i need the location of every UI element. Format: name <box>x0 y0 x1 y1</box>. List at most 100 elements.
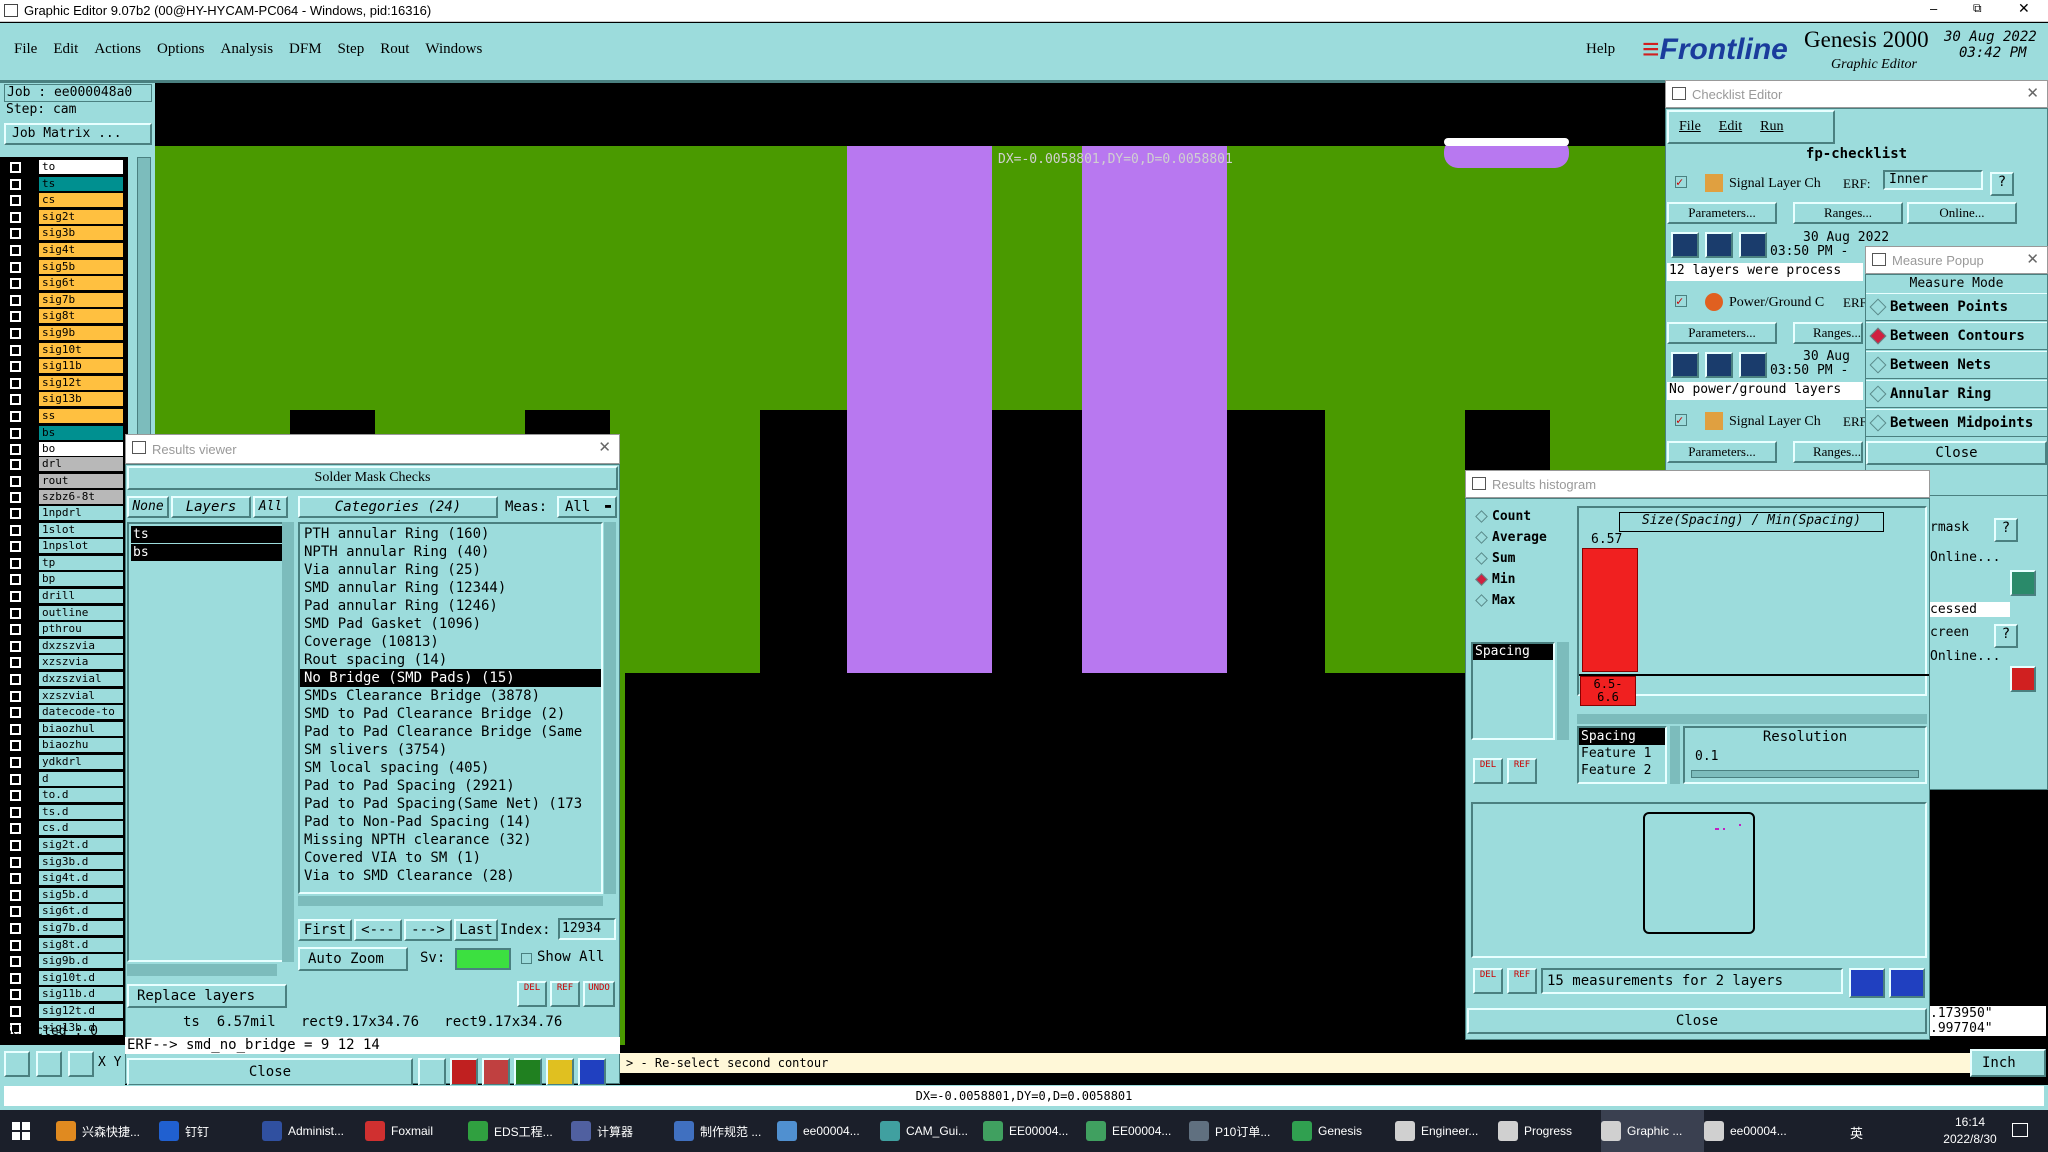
menu-step[interactable]: Step <box>338 41 365 58</box>
field-item[interactable]: Feature 1 <box>1579 745 1665 762</box>
layer-row[interactable]: sig13b <box>0 391 125 407</box>
layer-row[interactable]: biaozhu <box>0 737 125 753</box>
layer-checkbox[interactable] <box>10 591 21 602</box>
layer-name[interactable]: drl <box>39 457 123 471</box>
stat-option[interactable]: Max <box>1471 590 1571 610</box>
layer-checkbox[interactable] <box>10 178 21 190</box>
layer-name[interactable]: sig12t <box>39 375 123 390</box>
bar-chart-icon[interactable] <box>578 1058 606 1086</box>
layer-row[interactable]: sig12t.d <box>0 1003 125 1019</box>
layer-checkbox[interactable] <box>10 377 21 389</box>
layer-name[interactable]: biaozhu <box>39 738 123 753</box>
help-icon-1[interactable]: ? <box>1990 172 2014 196</box>
layer-row[interactable]: outline <box>0 605 125 621</box>
grid-icon[interactable] <box>482 1058 510 1086</box>
layer-name[interactable]: to <box>39 160 123 174</box>
layers-button[interactable]: Layers <box>171 496 251 518</box>
layer-name[interactable]: sig6t.d <box>39 904 123 919</box>
category-item[interactable]: Coverage (10813) <box>300 633 601 651</box>
radio-icon[interactable] <box>1869 327 1887 345</box>
layer-name[interactable]: sig2t <box>39 209 123 224</box>
layer-row[interactable]: to <box>0 159 125 175</box>
erf-value-field[interactable]: Inner <box>1883 170 1983 190</box>
ranges-button-2[interactable]: Ranges... <box>1793 322 1863 344</box>
all-button[interactable]: All <box>253 496 288 518</box>
layer-name[interactable]: sig9b.d <box>39 954 123 969</box>
stat-option[interactable]: Min <box>1471 569 1571 589</box>
layer-name[interactable]: to.d <box>39 788 123 803</box>
zoom-red-icon[interactable] <box>2010 666 2036 692</box>
layer-checkbox[interactable] <box>10 657 21 669</box>
layer-name[interactable]: sig6t <box>39 276 123 291</box>
layer-row[interactable]: sig3b.d <box>0 854 125 870</box>
layer-checkbox[interactable] <box>10 411 21 422</box>
params-button-1[interactable]: Parameters... <box>1667 202 1777 224</box>
stop-icon[interactable] <box>1739 232 1767 258</box>
layer-name[interactable]: sig9b <box>39 326 123 340</box>
layer-name[interactable]: sig7b.d <box>39 921 123 935</box>
ranges-button-3[interactable]: Ranges... <box>1793 441 1863 463</box>
category-item[interactable]: Pad to Pad Spacing (2921) <box>300 777 601 795</box>
layer-checkbox[interactable] <box>10 690 21 702</box>
help-icon-4[interactable]: ? <box>1994 624 2018 648</box>
layer-row[interactable]: sig2t.d <box>0 837 125 853</box>
layer-row[interactable]: sig5b <box>0 259 125 275</box>
layer-row[interactable]: bs <box>0 425 125 441</box>
run-icon[interactable] <box>1671 232 1699 258</box>
layer-row[interactable]: sig6t.d <box>0 903 125 919</box>
category-item[interactable]: Via annular Ring (25) <box>300 561 601 579</box>
layer-row[interactable]: drill <box>0 588 125 604</box>
layer-name[interactable]: szbz6-8t <box>39 490 123 505</box>
resolution-slider[interactable] <box>1691 770 1919 778</box>
layer-row[interactable]: sig11b.d <box>0 986 125 1002</box>
hist-del-icon[interactable]: DEL <box>1473 758 1503 784</box>
layer-name[interactable]: 1npslot <box>39 539 123 554</box>
layer-checkbox[interactable] <box>10 211 21 223</box>
layer-checkbox[interactable] <box>10 773 21 785</box>
measure-mode-option[interactable]: Between Midpoints <box>1866 409 2047 437</box>
checklist-menu-run[interactable]: Run <box>1760 119 1783 135</box>
params-button-3[interactable]: Parameters... <box>1667 441 1777 463</box>
layer-row[interactable]: drl <box>0 456 125 472</box>
report-icon[interactable] <box>546 1058 574 1086</box>
layer-row[interactable]: sig2t <box>0 209 125 225</box>
result-layer-item[interactable]: ts <box>131 526 283 543</box>
measure-mode-option[interactable]: Between Contours <box>1866 322 2047 350</box>
layer-row[interactable]: ts <box>0 176 125 192</box>
layer-checkbox[interactable] <box>10 508 21 519</box>
layer-name[interactable]: sig8t <box>39 309 123 324</box>
results-close-button[interactable]: Close <box>127 1058 413 1086</box>
category-item[interactable]: SMD annular Ring (12344) <box>300 579 601 597</box>
layer-checkbox[interactable] <box>10 328 21 339</box>
categories-hscrollbar[interactable] <box>298 896 603 906</box>
layer-name[interactable]: bs <box>39 425 123 440</box>
layer-name[interactable]: outline <box>39 605 123 620</box>
layer-row[interactable]: sig7b <box>0 292 125 308</box>
hist-ref-icon[interactable]: REF <box>1507 758 1537 784</box>
radio-icon[interactable] <box>1475 572 1488 586</box>
layer-checkbox[interactable] <box>10 294 21 306</box>
taskbar-app[interactable]: Graphic ... <box>1601 1110 1704 1152</box>
layer-row[interactable]: tp <box>0 555 125 571</box>
category-item[interactable]: Pad to Pad Spacing(Same Net) (173 <box>300 795 601 813</box>
layer-checkbox[interactable] <box>10 707 21 719</box>
measure-mode-option[interactable]: Annular Ring <box>1866 380 2047 408</box>
layer-row[interactable]: bp <box>0 571 125 587</box>
layer-name[interactable]: sig3b <box>39 226 123 241</box>
smd-pad-1[interactable] <box>847 146 992 673</box>
layer-name[interactable]: xzszvia <box>39 655 123 670</box>
tray-lang[interactable]: 英 <box>1850 1123 1863 1142</box>
measure-list-scrollbar[interactable] <box>1557 642 1569 740</box>
notification-icon[interactable] <box>2012 1123 2028 1137</box>
layer-checkbox[interactable] <box>10 740 21 752</box>
stop-icon[interactable] <box>1739 352 1767 378</box>
meas-dropdown[interactable]: All ▬ <box>557 496 617 518</box>
layer-name[interactable]: sig2t.d <box>39 838 123 852</box>
category-item[interactable]: Via to SMD Clearance (28) <box>300 867 601 885</box>
next-button[interactable]: ---> <box>404 919 452 941</box>
del-icon[interactable]: DEL <box>517 981 547 1007</box>
layer-checkbox[interactable] <box>10 278 21 290</box>
result-layer-item[interactable]: bs <box>131 544 283 561</box>
layer-row[interactable]: sig9b <box>0 325 125 341</box>
layer-checkbox[interactable] <box>10 906 21 918</box>
